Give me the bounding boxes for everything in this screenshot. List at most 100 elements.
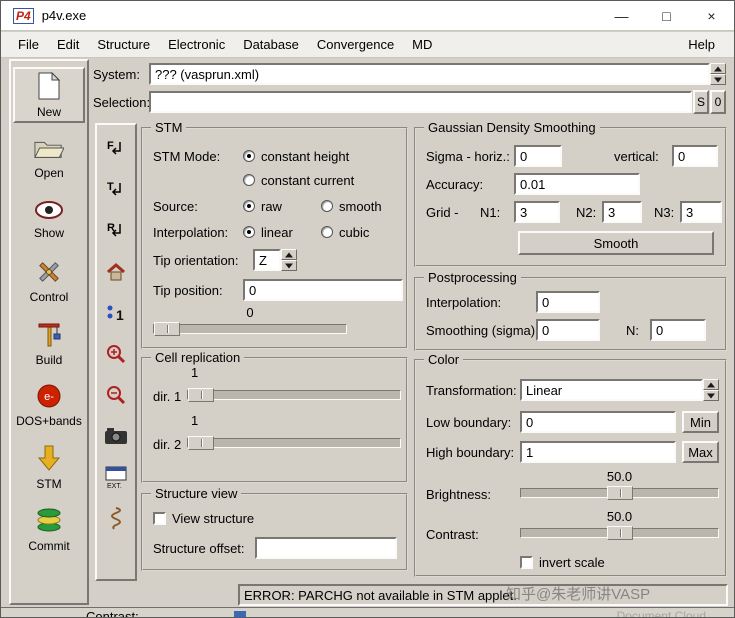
close-button[interactable]: ×: [689, 1, 734, 30]
sidebar-item-stm[interactable]: STM: [13, 439, 85, 495]
stm-group-title: STM: [151, 120, 187, 135]
force-r-arrow-icon[interactable]: R: [101, 217, 131, 245]
menu-structure[interactable]: Structure: [88, 33, 159, 56]
spin-down-icon[interactable]: [710, 74, 726, 85]
checkbox-label: invert scale: [539, 554, 605, 570]
structure-offset-input[interactable]: [255, 537, 397, 559]
sigma-horiz-input[interactable]: [514, 145, 562, 167]
menu-help[interactable]: Help: [679, 33, 724, 56]
maximize-button[interactable]: □: [644, 1, 689, 30]
cell-replication-group: Cell replication 1 dir. 1 1 dir. 2: [141, 350, 408, 483]
radio-checked-icon[interactable]: [243, 200, 255, 212]
radio-checked-icon[interactable]: [243, 226, 255, 238]
sidebar-item-show[interactable]: Show: [13, 191, 85, 247]
slider-handle[interactable]: [154, 322, 180, 336]
spin-up-icon[interactable]: [281, 249, 297, 260]
layer-slider[interactable]: [153, 321, 347, 337]
slider-handle[interactable]: [188, 436, 214, 450]
menu-electronic[interactable]: Electronic: [159, 33, 234, 56]
selection-input[interactable]: [149, 91, 692, 113]
menu-edit[interactable]: Edit: [48, 33, 88, 56]
force-f-arrow-icon[interactable]: F: [101, 135, 131, 163]
tip-position-input[interactable]: [243, 279, 403, 301]
contrast-slider[interactable]: [520, 525, 719, 541]
structure-view-title: Structure view: [151, 486, 242, 501]
high-boundary-input[interactable]: [520, 441, 676, 463]
radio-icon[interactable]: [321, 200, 333, 212]
slider-trough[interactable]: [187, 390, 401, 400]
sidebar-item-label: Show: [33, 225, 65, 240]
system-input[interactable]: [149, 63, 710, 85]
tip-orientation-label: Tip orientation:: [153, 252, 239, 268]
n1-input[interactable]: [514, 201, 560, 223]
sigma-vertical-input[interactable]: [672, 145, 718, 167]
stm-interp-linear[interactable]: linear: [243, 221, 293, 243]
spin-down-icon[interactable]: [281, 260, 297, 271]
invert-scale-checkbox[interactable]: invert scale: [520, 551, 605, 573]
force-t-arrow-icon[interactable]: T: [101, 176, 131, 204]
radio-checked-icon[interactable]: [243, 150, 255, 162]
sidebar-item-open[interactable]: Open: [13, 129, 85, 185]
zoom-in-icon[interactable]: [101, 340, 131, 368]
home-icon[interactable]: [101, 258, 131, 286]
partial-contrast-label: Contrast:: [86, 609, 139, 618]
sidebar-item-dos-bands[interactable]: e- DOS+bands: [13, 377, 85, 433]
dir2-slider[interactable]: [187, 435, 401, 451]
open-folder-icon: [34, 135, 65, 164]
brightness-slider[interactable]: [520, 485, 719, 501]
menu-database[interactable]: Database: [234, 33, 308, 56]
max-button[interactable]: Max: [682, 441, 719, 463]
spin-up-icon[interactable]: [710, 63, 726, 74]
view-structure-checkbox[interactable]: View structure: [153, 507, 254, 529]
low-boundary-input[interactable]: [520, 411, 676, 433]
menu-file[interactable]: File: [9, 33, 48, 56]
radio-icon[interactable]: [321, 226, 333, 238]
accuracy-label: Accuracy:: [426, 176, 484, 192]
checkbox-icon[interactable]: [153, 511, 166, 525]
slider-handle[interactable]: [188, 388, 214, 402]
slider-trough[interactable]: [187, 438, 401, 448]
checkbox-icon[interactable]: [520, 555, 533, 569]
radio-icon[interactable]: [243, 174, 255, 186]
n3-input[interactable]: [680, 201, 722, 223]
slider-handle[interactable]: [606, 486, 633, 500]
sidebar-item-build[interactable]: Build: [13, 315, 85, 371]
stm-source-smooth[interactable]: smooth: [321, 195, 382, 217]
contrast-value: 50.0: [606, 509, 633, 524]
accuracy-input[interactable]: [514, 173, 640, 195]
radio-label: linear: [261, 224, 293, 240]
spin-up-icon[interactable]: [703, 379, 719, 390]
spring-icon[interactable]: [101, 504, 131, 532]
sidebar-item-control[interactable]: Control: [13, 253, 85, 309]
menu-md[interactable]: MD: [403, 33, 441, 56]
menu-convergence[interactable]: Convergence: [308, 33, 403, 56]
spin-down-icon[interactable]: [703, 390, 719, 401]
stm-mode-constant-current[interactable]: constant current: [243, 169, 354, 191]
system-combo: [149, 63, 726, 85]
min-button[interactable]: Min: [682, 411, 719, 433]
smooth-button[interactable]: Smooth: [518, 231, 714, 255]
sequence-one-icon[interactable]: 1: [101, 299, 131, 327]
stm-source-raw[interactable]: raw: [243, 195, 282, 217]
stm-interp-cubic[interactable]: cubic: [321, 221, 369, 243]
dir1-slider[interactable]: [187, 387, 401, 403]
slider-trough[interactable]: [153, 324, 347, 334]
zoom-out-icon[interactable]: [101, 381, 131, 409]
slider-handle[interactable]: [606, 526, 633, 540]
transformation-input[interactable]: [520, 379, 703, 401]
sidebar-item-new[interactable]: New: [13, 67, 85, 123]
pp-n-input[interactable]: [650, 319, 706, 341]
external-window-icon[interactable]: EXT.: [101, 463, 131, 491]
pp-smoothing-input[interactable]: [536, 319, 600, 341]
stm-mode-constant-height[interactable]: constant height: [243, 145, 349, 167]
tip-orientation-input[interactable]: [253, 249, 281, 271]
minimize-button[interactable]: —: [599, 1, 644, 30]
pp-interpolation-input[interactable]: [536, 291, 600, 313]
camera-icon[interactable]: [101, 422, 131, 450]
n2-input[interactable]: [602, 201, 642, 223]
sidebar-item-commit[interactable]: Commit: [13, 501, 85, 557]
cell-replication-title: Cell replication: [151, 350, 245, 365]
selection-s-button[interactable]: S: [693, 90, 709, 114]
app-logo-icon: P4: [13, 7, 34, 24]
selection-count-button[interactable]: 0: [710, 90, 726, 114]
